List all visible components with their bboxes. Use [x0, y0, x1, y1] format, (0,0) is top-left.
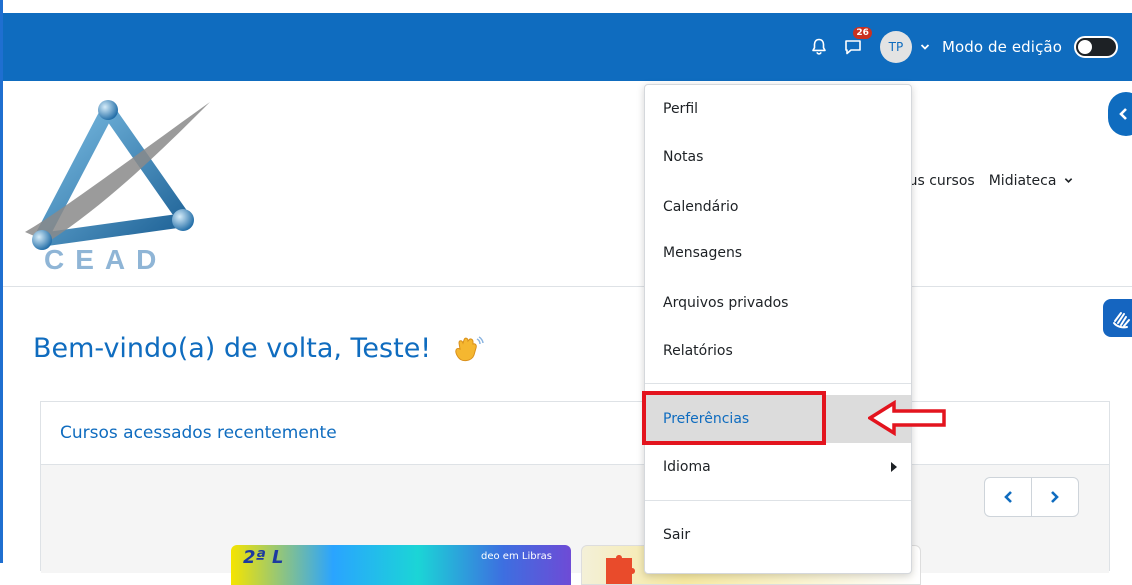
nav-media-library[interactable]: Midiateca — [989, 173, 1073, 189]
nav-media-library-label: Midiateca — [988, 173, 1057, 189]
site-logo[interactable]: CEAD — [20, 92, 220, 277]
edit-mode-label: Modo de edição — [941, 38, 1062, 56]
menu-item-label: Calendário — [663, 199, 739, 215]
recent-courses-block: Cursos acessados recentemente 2ª L deo e… — [40, 401, 1110, 585]
chat-bubble-icon — [845, 40, 861, 55]
messages-button[interactable]: 26 — [842, 27, 872, 58]
sign-language-hands-icon — [1113, 312, 1130, 329]
chevron-down-icon[interactable] — [920, 42, 930, 52]
annotation-arrow-icon — [868, 400, 946, 436]
caret-right-icon — [891, 462, 897, 472]
notifications-button[interactable] — [808, 36, 830, 58]
course-image-subtext: deo em Libras — [481, 551, 553, 562]
menu-item-messages[interactable]: Mensagens — [645, 233, 911, 273]
user-avatar-button[interactable]: TP — [879, 31, 912, 63]
header-divider — [3, 286, 1132, 287]
chevron-right-icon — [1051, 491, 1059, 503]
menu-item-grades[interactable]: Notas — [645, 137, 911, 177]
waving-hand-icon — [455, 335, 484, 361]
menu-item-label: Idioma — [663, 459, 711, 475]
menu-divider — [645, 500, 911, 501]
page-title: Bem-vindo(a) de volta, Teste! — [33, 333, 484, 365]
menu-item-profile[interactable]: Perfil — [645, 89, 911, 129]
chevron-down-icon — [1064, 178, 1073, 183]
toggle-knob — [1078, 40, 1092, 54]
course-card-image[interactable]: 2ª L deo em Libras — [231, 545, 571, 585]
annotation-highlight-box — [642, 391, 826, 445]
welcome-text: Bem-vindo(a) de volta, Teste! — [33, 333, 432, 364]
primary-nav: eus cursos Midiateca — [900, 173, 1073, 189]
menu-item-private-files[interactable]: Arquivos privados — [645, 283, 911, 323]
libras-accessibility-button[interactable] — [1103, 299, 1132, 337]
menu-item-label: Perfil — [663, 101, 699, 117]
menu-item-label: Sair — [663, 527, 691, 543]
menu-item-language[interactable]: Idioma — [645, 447, 911, 487]
carousel-next-button[interactable] — [1031, 478, 1078, 516]
menu-item-label: Notas — [663, 149, 704, 165]
chevron-left-icon — [1004, 491, 1012, 503]
navbar-right-group: 26 TP Modo de edição — [808, 13, 1118, 81]
recent-courses-title: Cursos acessados recentemente — [41, 402, 1109, 465]
menu-item-label: Relatórios — [663, 343, 733, 359]
drawer-toggle-button[interactable] — [1108, 92, 1132, 136]
window-frame-edge — [0, 0, 3, 563]
menu-divider — [645, 383, 911, 384]
bell-icon — [812, 38, 826, 55]
chevron-left-icon — [1119, 108, 1127, 120]
menu-item-label: Arquivos privados — [663, 295, 789, 311]
menu-item-label: Mensagens — [663, 245, 743, 261]
menu-item-reports[interactable]: Relatórios — [645, 331, 911, 371]
user-menu-dropdown: Perfil Notas Calendário Mensagens Arquiv… — [644, 84, 912, 574]
top-navbar: 26 TP Modo de edição — [3, 13, 1132, 81]
carousel-prev-button[interactable] — [985, 478, 1031, 516]
recent-courses-body: 2ª L deo em Libras — [41, 465, 1109, 585]
carousel-pager — [984, 477, 1079, 517]
messages-count-badge: 26 — [853, 27, 872, 39]
course-image-text: 2ª L — [243, 547, 284, 568]
puzzle-piece-icon — [606, 555, 635, 584]
logo-text: CEAD — [44, 244, 168, 275]
menu-item-logout[interactable]: Sair — [645, 515, 911, 555]
edit-mode-toggle[interactable] — [1074, 36, 1118, 58]
menu-item-calendar[interactable]: Calendário — [645, 187, 911, 227]
